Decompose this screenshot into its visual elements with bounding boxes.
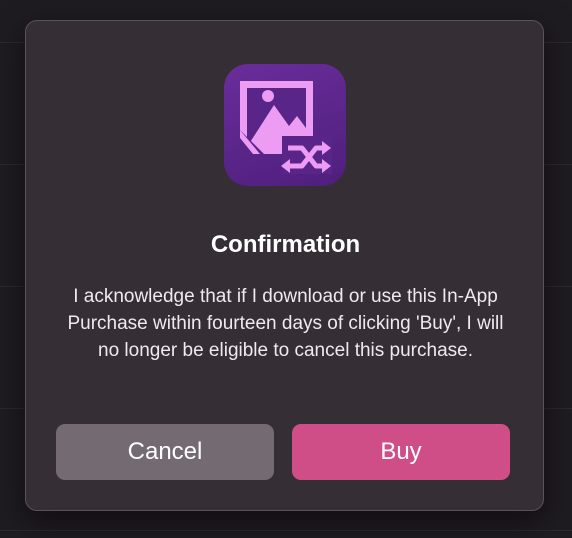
- background-divider: [0, 530, 572, 531]
- confirmation-dialog: Confirmation I acknowledge that if I dow…: [25, 20, 544, 511]
- image-convert-icon: [240, 81, 332, 174]
- background-window: Confirmation I acknowledge that if I dow…: [0, 0, 572, 538]
- buy-button[interactable]: Buy: [292, 424, 510, 480]
- cancel-button[interactable]: Cancel: [56, 424, 274, 480]
- dialog-title: Confirmation: [210, 231, 361, 258]
- app-icon: [224, 64, 346, 186]
- dialog-message: I acknowledge that if I download or use …: [67, 286, 504, 361]
